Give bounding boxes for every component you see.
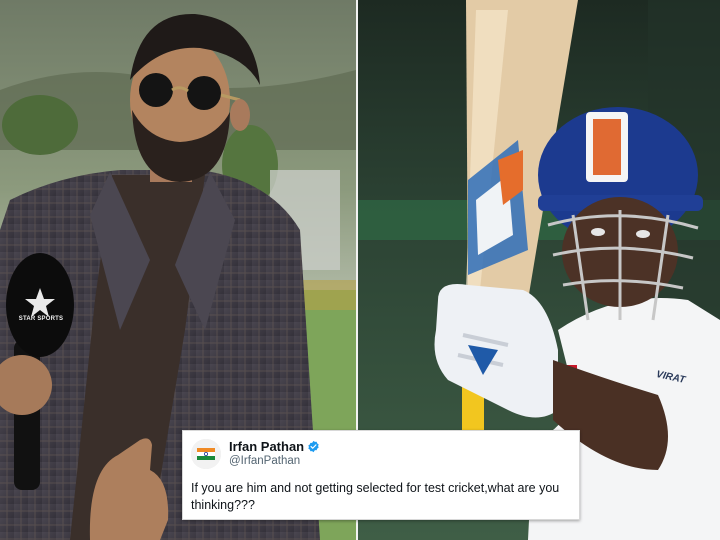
avatar[interactable] — [191, 439, 221, 469]
author-handle[interactable]: @IrfanPathan — [229, 455, 300, 467]
tweet-text: If you are him and not getting selected … — [191, 481, 560, 512]
image-collage: STAR SPORTS VIRAT Irfan Pathan @IrfanPat… — [0, 0, 720, 540]
star-sports-logo-text: STAR SPORTS — [18, 316, 64, 322]
author-name-text[interactable]: Irfan Pathan — [229, 439, 304, 454]
indian-flag-avatar-icon — [191, 439, 221, 469]
tweet-card[interactable]: Irfan Pathan @IrfanPathan If you are him… — [182, 430, 580, 520]
verified-badge-icon — [308, 440, 319, 453]
author-name[interactable]: Irfan Pathan — [229, 439, 320, 454]
